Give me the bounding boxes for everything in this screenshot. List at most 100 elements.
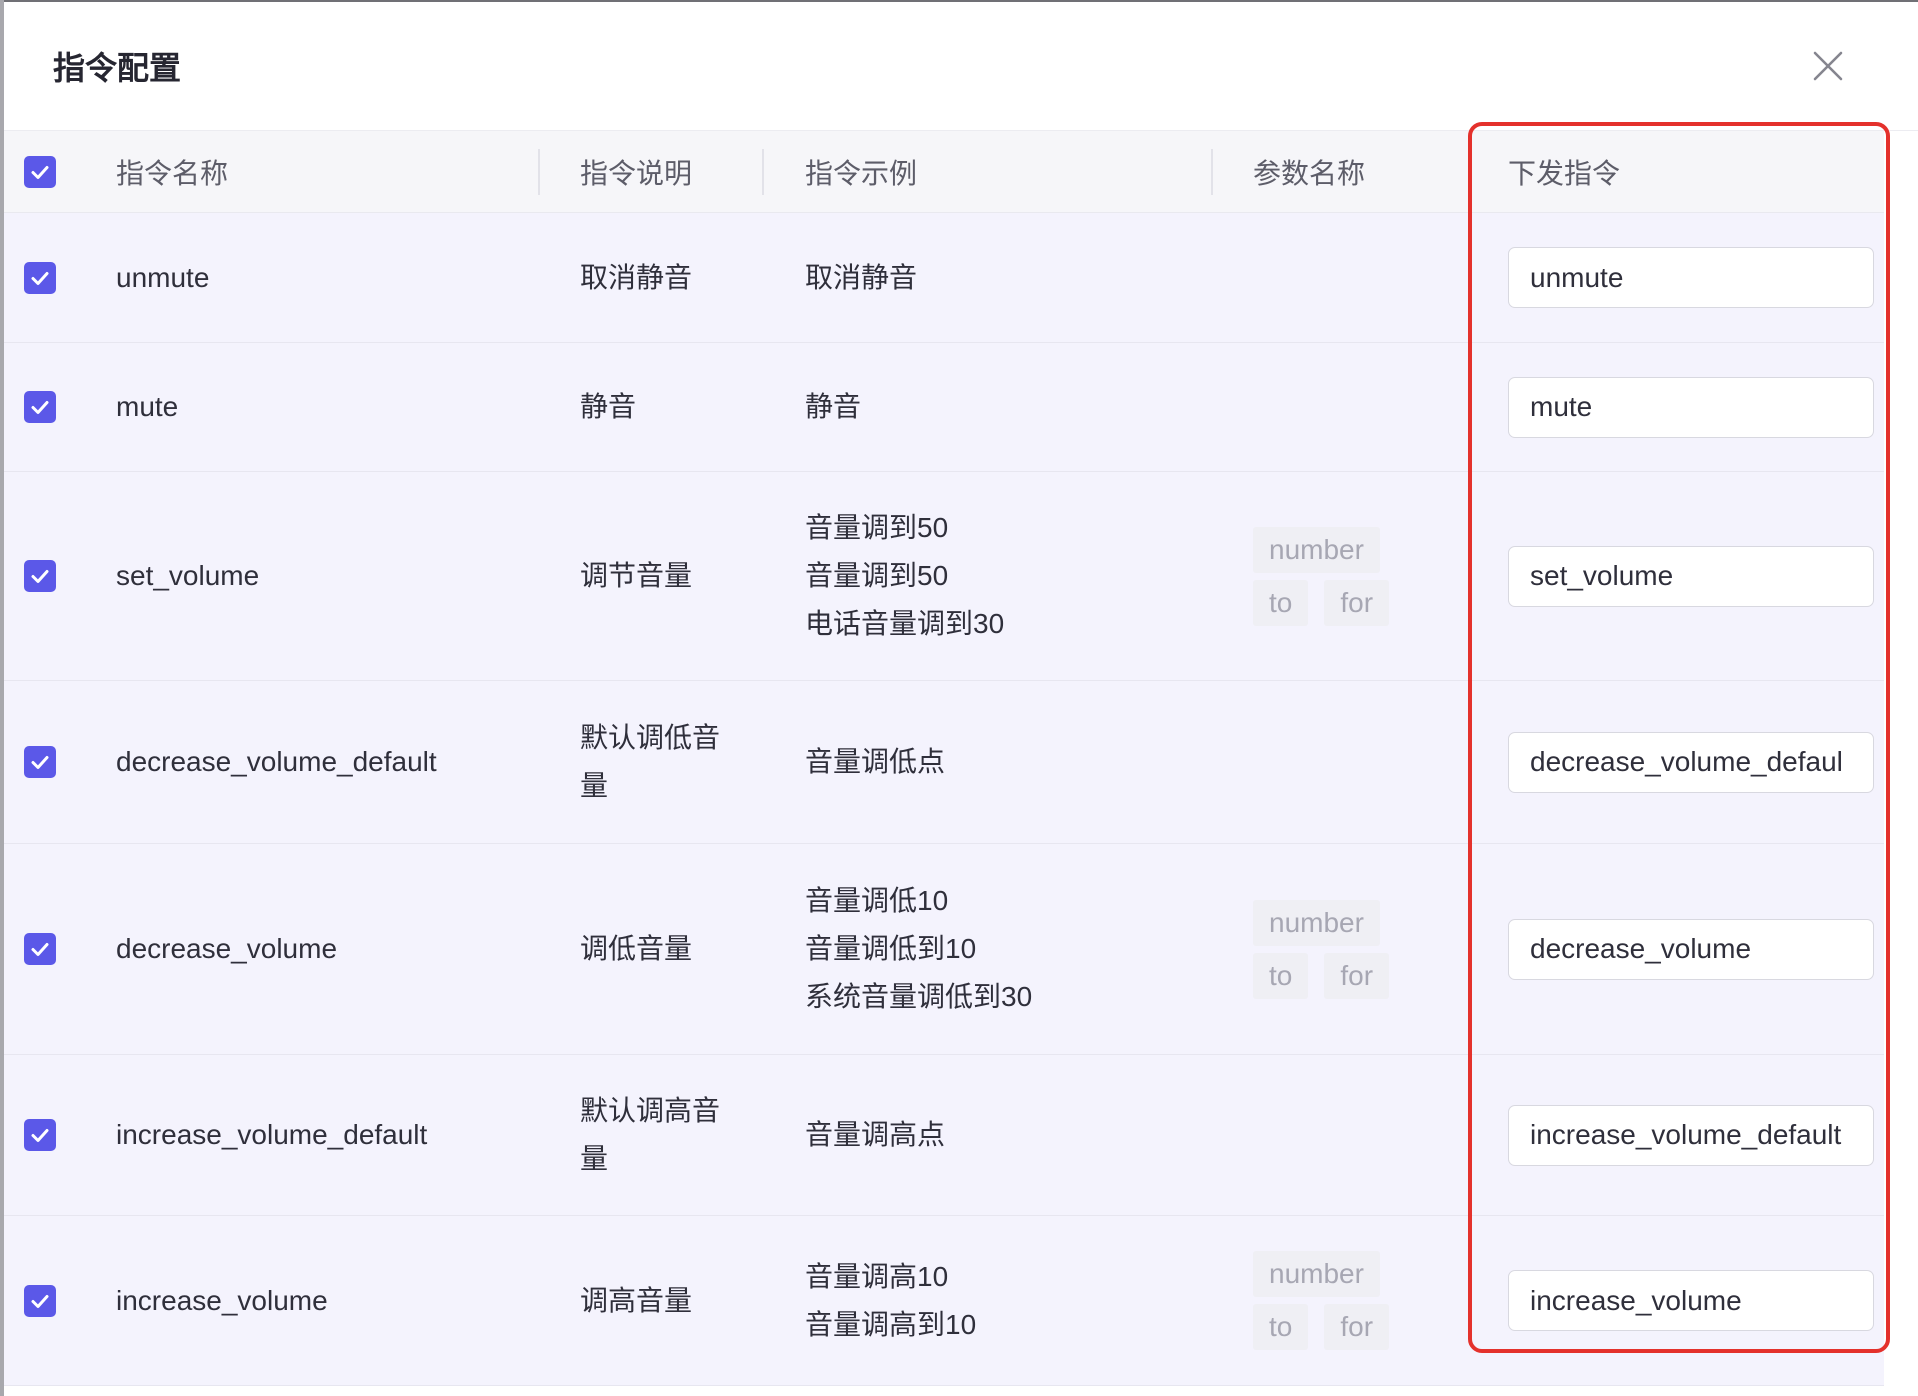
name-cell: increase_volume	[96, 1216, 538, 1385]
select-all-checkbox[interactable]	[24, 155, 56, 188]
table-header-row: 指令名称 指令说明 指令示例 参数名称 下发指令	[4, 131, 1884, 213]
param-tag: number	[1253, 899, 1380, 946]
param-names-cell	[1211, 343, 1468, 471]
column-header-label: 下发指令	[1508, 157, 1621, 189]
column-header-example: 指令示例	[762, 131, 1211, 212]
issued-command-input[interactable]	[1508, 731, 1874, 793]
row-select-cell	[4, 343, 96, 471]
name-cell: decrease_volume_default	[96, 681, 538, 843]
check-icon	[31, 1294, 49, 1308]
row-checkbox[interactable]	[24, 1119, 56, 1151]
example-cell: 音量调到50 音量调到50 电话音量调到30	[762, 472, 1211, 680]
row-checkbox[interactable]	[24, 261, 56, 294]
issued-command-input[interactable]	[1508, 918, 1874, 980]
column-header-description: 指令说明	[538, 131, 762, 212]
command-example: 音量调低10	[805, 885, 949, 916]
name-cell: increase_volume_default	[96, 1055, 538, 1215]
param-names-cell	[1211, 213, 1468, 342]
command-name: increase_volume_default	[116, 1119, 428, 1150]
select-all-cell	[4, 131, 96, 212]
check-icon	[31, 401, 49, 414]
issued-command-input[interactable]	[1508, 376, 1874, 438]
command-example: 音量调高点	[805, 1119, 946, 1150]
row-checkbox[interactable]	[24, 391, 56, 423]
example-cell: 音量调低10 音量调低到10 系统音量调低到30	[762, 844, 1211, 1054]
command-name: decrease_volume	[116, 933, 338, 964]
param-tag: to	[1253, 1304, 1309, 1350]
command-examples: 取消静音	[805, 254, 917, 302]
table-row: unmute 取消静音 取消静音	[4, 213, 1884, 343]
param-names-cell: number to for	[1211, 1216, 1468, 1385]
row-checkbox[interactable]	[24, 1284, 56, 1317]
example-cell: 音量调低点	[762, 681, 1211, 843]
command-example: 音量调低到10	[805, 933, 977, 964]
command-example: 音量调到50	[805, 512, 949, 543]
command-description: 取消静音	[580, 261, 693, 293]
check-icon	[31, 165, 49, 179]
table-row: mute 静音 静音	[4, 343, 1884, 472]
command-description: 默认调高音量	[580, 1095, 721, 1174]
description-cell: 取消静音	[538, 213, 762, 342]
param-names-cell	[1211, 681, 1468, 843]
check-icon	[31, 943, 49, 956]
command-examples: 音量调低点	[805, 738, 945, 786]
command-table: 指令名称 指令说明 指令示例 参数名称 下发指令 unmute 取消静音 取消静…	[4, 131, 1884, 1386]
table-row: decrease_volume_default 默认调低音量 音量调低点	[4, 681, 1884, 844]
param-tag-list: number to for	[1253, 899, 1425, 999]
param-tag: for	[1324, 952, 1390, 999]
command-cell	[1468, 213, 1884, 342]
param-tag: number	[1253, 1251, 1380, 1297]
command-example: 系统音量调低到30	[805, 981, 1033, 1012]
command-examples: 音量调高10 音量调高到10	[805, 1253, 976, 1349]
description-cell: 默认调低音量	[538, 681, 762, 843]
column-header-params: 参数名称	[1211, 131, 1468, 212]
command-examples: 音量调低10 音量调低到10 系统音量调低到30	[805, 877, 1032, 1021]
column-header-name: 指令名称	[96, 131, 538, 212]
check-icon	[31, 756, 49, 769]
param-tag: to	[1253, 579, 1309, 626]
command-examples: 音量调高点	[805, 1111, 945, 1159]
description-cell: 静音	[538, 343, 762, 471]
column-header-label: 指令说明	[580, 157, 693, 189]
description-cell: 调高音量	[538, 1216, 762, 1385]
issued-command-input[interactable]	[1508, 1270, 1874, 1331]
example-cell: 音量调高点	[762, 1055, 1211, 1215]
row-select-cell	[4, 681, 96, 843]
close-button[interactable]	[1810, 48, 1846, 84]
description-cell: 调节音量	[538, 472, 762, 680]
row-select-cell	[4, 213, 96, 342]
param-names-cell: number to for	[1211, 472, 1468, 680]
command-cell	[1468, 1055, 1884, 1215]
command-example: 音量调高10	[805, 1260, 949, 1292]
command-example: 音量调低点	[805, 746, 946, 777]
row-select-cell	[4, 472, 96, 680]
issued-command-input[interactable]	[1508, 247, 1874, 308]
param-tag: for	[1324, 579, 1390, 626]
command-name: set_volume	[116, 560, 260, 591]
row-select-cell	[4, 844, 96, 1054]
command-example: 音量调高到10	[805, 1308, 977, 1340]
row-checkbox[interactable]	[24, 746, 56, 778]
issued-command-input[interactable]	[1508, 545, 1874, 607]
table-row: increase_volume 调高音量 音量调高10 音量调高到10 numb…	[4, 1216, 1884, 1386]
command-cell	[1468, 844, 1884, 1054]
command-example: 电话音量调到30	[805, 608, 1005, 639]
table-row: decrease_volume 调低音量 音量调低10 音量调低到10 系统音量…	[4, 844, 1884, 1055]
name-cell: set_volume	[96, 472, 538, 680]
description-cell: 调低音量	[538, 844, 762, 1054]
column-header-label: 指令名称	[116, 157, 229, 189]
check-icon	[31, 1129, 49, 1142]
check-icon	[31, 570, 49, 583]
param-tag: number	[1253, 526, 1380, 573]
column-header-label: 参数名称	[1253, 157, 1366, 189]
param-names-cell: number to for	[1211, 844, 1468, 1054]
command-cell	[1468, 681, 1884, 843]
table-row: increase_volume_default 默认调高音量 音量调高点	[4, 1055, 1884, 1216]
row-checkbox[interactable]	[24, 560, 56, 592]
command-examples: 静音	[805, 383, 861, 431]
row-select-cell	[4, 1055, 96, 1215]
row-checkbox[interactable]	[24, 933, 56, 965]
param-names-cell	[1211, 1055, 1468, 1215]
command-cell	[1468, 472, 1884, 680]
issued-command-input[interactable]	[1508, 1104, 1874, 1166]
